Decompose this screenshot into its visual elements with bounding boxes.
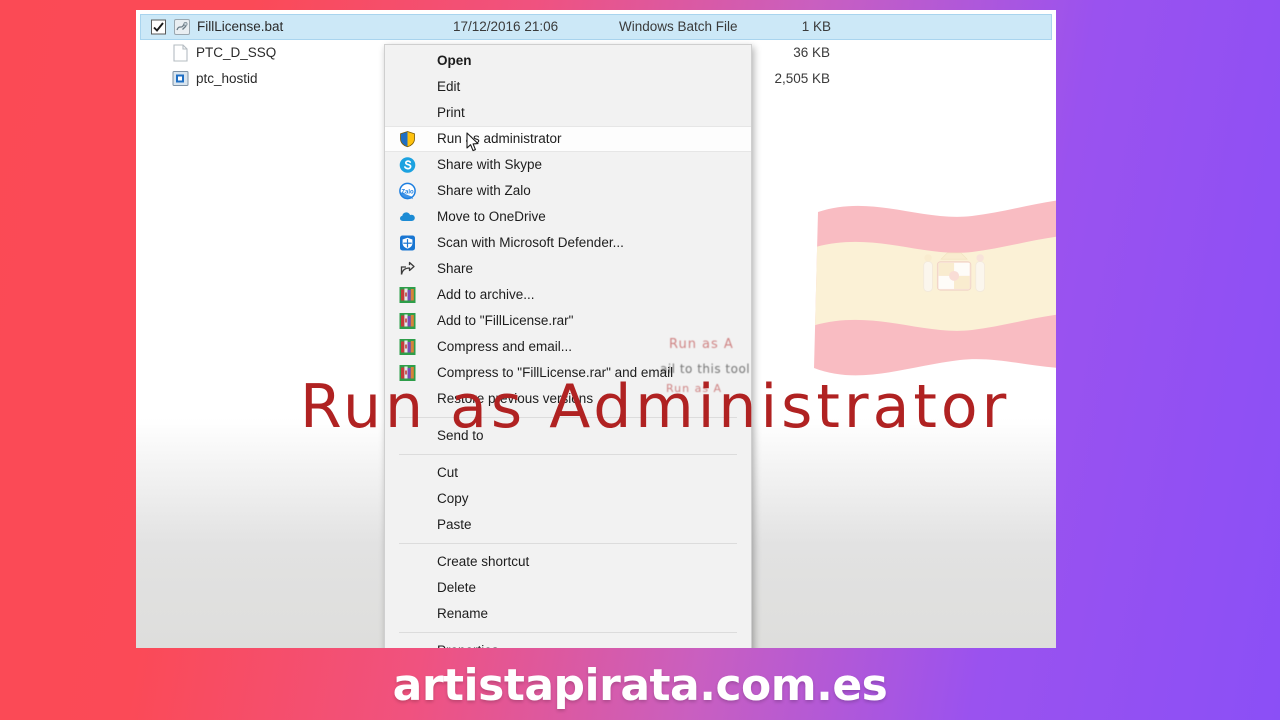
menu-item-label: Print (437, 105, 465, 120)
menu-separator (399, 632, 737, 633)
file-name: PTC_D_SSQ (196, 45, 277, 60)
menu-item-add-to-archive[interactable]: Add to archive... (385, 282, 751, 308)
skype-icon (399, 157, 416, 174)
menu-item-label: Properties (437, 643, 499, 648)
winrar-icon (399, 313, 416, 330)
menu-item-label: Compress to "FillLicense.rar" and email (437, 365, 674, 380)
screenshot-stage: FillLicense.bat 17/12/2016 21:06 Windows… (0, 0, 1280, 720)
menu-item-label: Copy (437, 491, 469, 506)
file-name: FillLicense.bat (197, 19, 284, 34)
menu-item-label: Send to (437, 428, 484, 443)
menu-item-label: Cut (437, 465, 459, 480)
file-type: Windows Batch File (619, 19, 738, 34)
menu-item-share-with-skype[interactable]: Share with Skype (385, 152, 751, 178)
menu-item-cut[interactable]: Cut (385, 460, 751, 486)
onedrive-icon (399, 209, 416, 226)
batch-file-icon (173, 18, 191, 36)
share-icon (399, 261, 416, 278)
generic-file-icon (172, 44, 190, 62)
menu-separator (399, 417, 737, 418)
table-row[interactable]: FillLicense.bat 17/12/2016 21:06 Windows… (140, 14, 1052, 40)
menu-item-edit[interactable]: Edit (385, 74, 751, 100)
menu-item-print[interactable]: Print (385, 100, 751, 126)
row-checkbox[interactable] (151, 19, 166, 35)
menu-item-label: Move to OneDrive (437, 209, 546, 224)
menu-item-copy[interactable]: Copy (385, 486, 751, 512)
menu-separator (399, 543, 737, 544)
menu-item-label: Restore previous versions (437, 391, 594, 406)
menu-item-label: Run as administrator (437, 131, 562, 146)
menu-item-label: Add to "FillLicense.rar" (437, 313, 574, 328)
menu-item-properties[interactable]: Properties (385, 638, 751, 648)
menu-item-label: Share with Zalo (437, 183, 531, 198)
menu-item-add-to-rar[interactable]: Add to "FillLicense.rar" (385, 308, 751, 334)
menu-item-share[interactable]: Share (385, 256, 751, 282)
defender-icon (399, 235, 416, 252)
zalo-icon: Zalo (399, 182, 416, 200)
menu-item-delete[interactable]: Delete (385, 575, 751, 601)
menu-separator (399, 454, 737, 455)
winrar-icon (399, 339, 416, 356)
file-name: ptc_hostid (196, 71, 258, 86)
menu-item-label: Edit (437, 79, 461, 94)
site-watermark: artistapirata.com.es (392, 660, 888, 711)
menu-item-label: Create shortcut (437, 554, 530, 569)
svg-text:Zalo: Zalo (401, 190, 414, 196)
menu-item-move-to-onedrive[interactable]: Move to OneDrive (385, 204, 751, 230)
menu-item-share-with-zalo[interactable]: Zalo Share with Zalo (385, 178, 751, 204)
file-date: 17/12/2016 21:06 (453, 19, 559, 34)
winrar-icon (399, 365, 416, 382)
menu-item-rename[interactable]: Rename (385, 601, 751, 627)
menu-item-label: Share with Skype (437, 157, 543, 172)
menu-item-restore-previous-versions[interactable]: Restore previous versions (385, 386, 751, 412)
menu-item-compress-to-rar-and-email[interactable]: Compress to "FillLicense.rar" and email (385, 360, 751, 386)
file-explorer-panel: FillLicense.bat 17/12/2016 21:06 Windows… (136, 10, 1056, 648)
menu-item-send-to[interactable]: Send to (385, 423, 751, 449)
menu-item-label: Open (437, 53, 472, 68)
menu-item-label: Scan with Microsoft Defender... (437, 235, 624, 250)
menu-item-compress-and-email[interactable]: Compress and email... (385, 334, 751, 360)
uac-shield-icon (399, 131, 416, 148)
context-menu[interactable]: Open Edit Print Run as administrator Sha… (384, 44, 752, 648)
menu-item-open[interactable]: Open (385, 48, 751, 74)
spain-flag-watermark (814, 198, 1056, 376)
menu-item-label: Add to archive... (437, 287, 535, 302)
menu-item-label: Share (437, 261, 474, 276)
menu-item-label: Rename (437, 606, 489, 621)
menu-item-label: Delete (437, 580, 477, 595)
menu-item-scan-with-defender[interactable]: Scan with Microsoft Defender... (385, 230, 751, 256)
menu-item-label: Compress and email... (437, 339, 573, 354)
menu-item-label: Paste (437, 517, 472, 532)
application-icon (172, 70, 190, 88)
menu-item-create-shortcut[interactable]: Create shortcut (385, 549, 751, 575)
menu-item-paste[interactable]: Paste (385, 512, 751, 538)
menu-item-run-as-administrator[interactable]: Run as administrator (385, 126, 751, 152)
file-size: 2,505 KB (774, 71, 830, 86)
file-size: 36 KB (793, 45, 830, 60)
file-size: 1 KB (801, 19, 831, 34)
winrar-icon (399, 287, 416, 304)
